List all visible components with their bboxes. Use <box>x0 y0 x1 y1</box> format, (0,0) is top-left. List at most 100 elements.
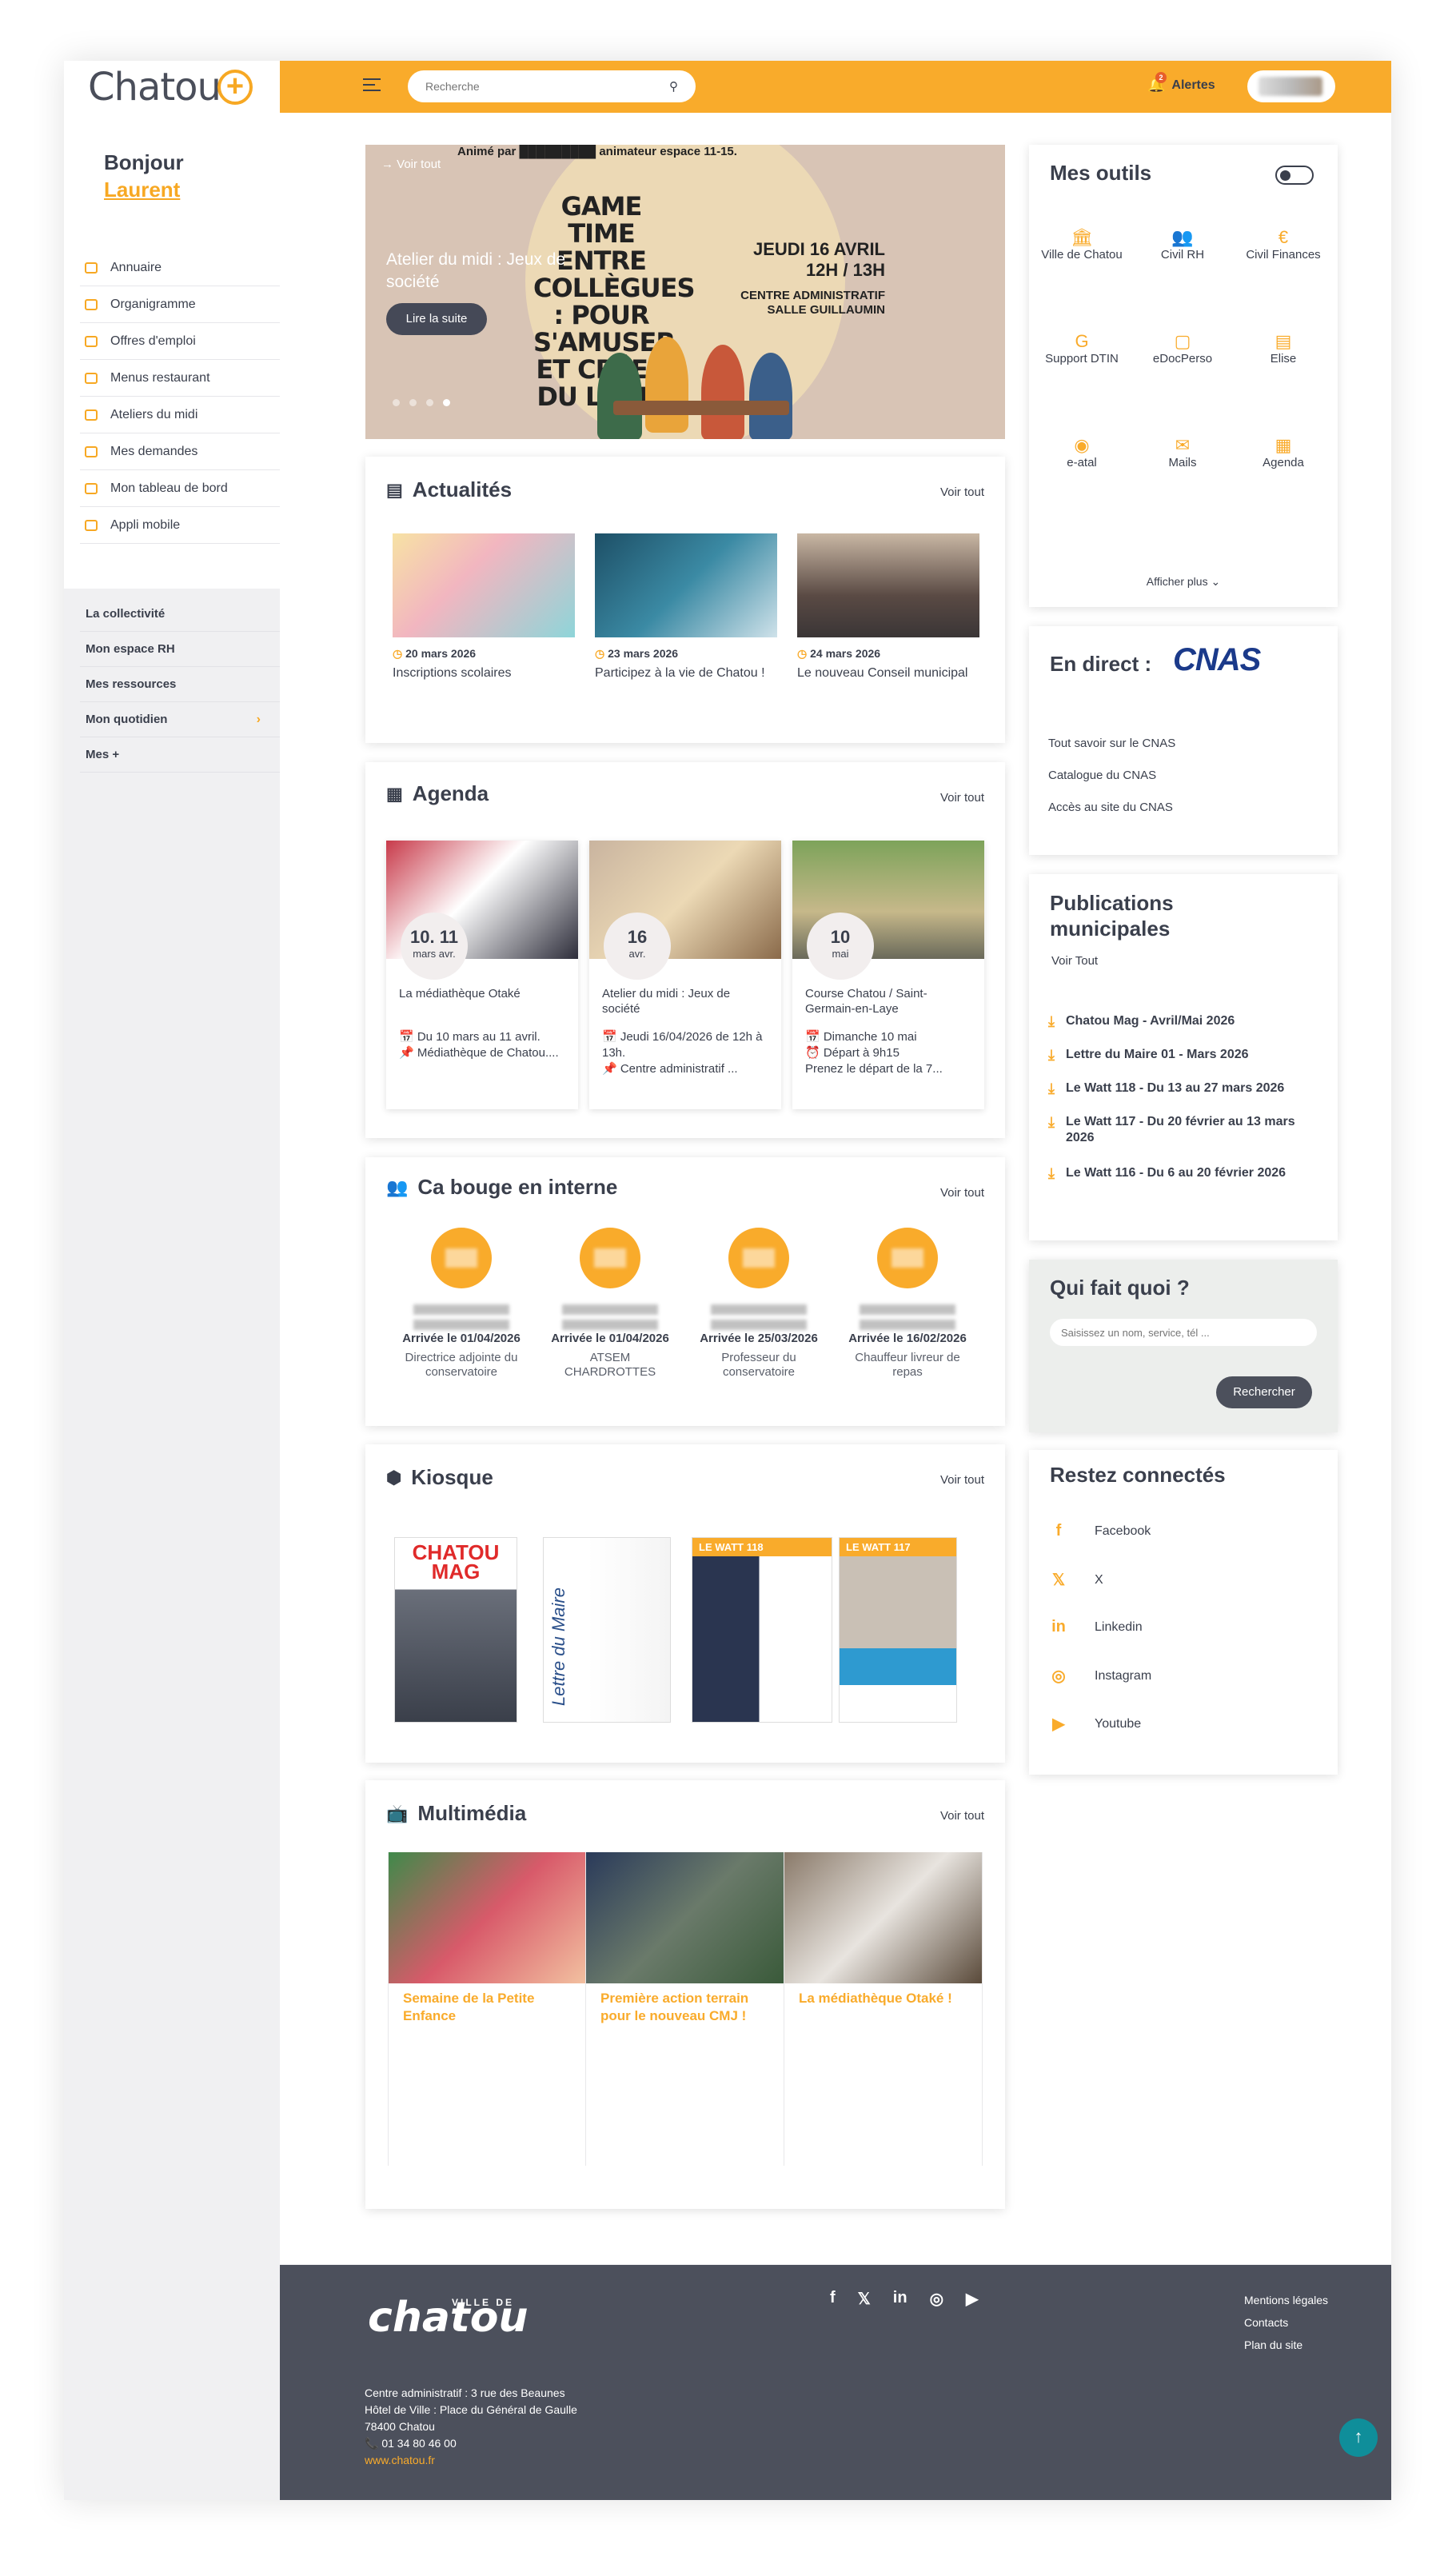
tool-civil-rh[interactable]: 👥 Civil RH <box>1135 229 1231 262</box>
person-card[interactable]: Arrivée le 01/04/2026 ATSEM CHARDROTTES <box>546 1228 674 1380</box>
publication-item[interactable]: ⤓ Le Watt 118 - Du 13 au 27 mars 2026 <box>1048 1080 1320 1096</box>
magazine-cover[interactable]: Lettre du Maire <box>543 1537 671 1723</box>
sidebar-section-plus[interactable]: Mes + <box>80 737 280 773</box>
publication-item[interactable]: ⤓ Le Watt 116 - Du 6 au 20 février 2026 <box>1048 1165 1320 1181</box>
sidebar-section-collectivite[interactable]: La collectivité <box>80 597 280 632</box>
agenda-card[interactable]: 10 mai Course Chatou / Saint-Germain-en-L… <box>792 841 984 1109</box>
menu-icon[interactable] <box>363 78 381 94</box>
magazine-cover[interactable]: LE WATT 117 <box>839 1537 957 1723</box>
search-icon[interactable]: ⚲ <box>669 79 678 94</box>
hero-voir-tout-link[interactable]: → Voir tout <box>381 158 441 171</box>
social-x[interactable]: 𝕏X <box>1048 1570 1103 1590</box>
news-title: Le nouveau Conseil municipal <box>797 666 968 680</box>
video-item[interactable]: La médiathèque Otaké ! <box>784 1852 983 2166</box>
news-item[interactable]: ◷ 23 mars 2026 Participez à la vie de Ch… <box>595 533 777 681</box>
search-input[interactable] <box>425 80 649 93</box>
download-icon: ⤓ <box>1048 1047 1055 1063</box>
carousel-dot[interactable] <box>409 399 417 406</box>
tool-label: Civil Finances <box>1246 248 1321 262</box>
person-card[interactable]: Arrivée le 25/03/2026 Professeur du conse… <box>695 1228 823 1380</box>
tool-support-dtin[interactable]: G Support DTIN <box>1034 333 1130 365</box>
sidebar-item-tableau[interactable]: Mon tableau de bord <box>80 470 280 507</box>
news-item[interactable]: ◷ 24 mars 2026 Le nouveau Conseil munici… <box>797 533 979 681</box>
footer-website-link[interactable]: www.chatou.fr <box>365 2452 577 2469</box>
sidebar-item-menus[interactable]: Menus restaurant <box>80 360 280 397</box>
hero-read-more-button[interactable]: Lire la suite <box>386 303 487 335</box>
footer-logo[interactable]: chatou <box>368 2294 529 2342</box>
footer-link-mentions[interactable]: Mentions légales <box>1244 2289 1328 2311</box>
person-name-blurred <box>413 1304 509 1330</box>
video-item[interactable]: Première action terrain pour le nouveau … <box>586 1852 784 2166</box>
tool-edocperso[interactable]: ▢ eDocPerso <box>1135 333 1231 365</box>
agenda-voir-tout[interactable]: Voir tout <box>940 791 984 805</box>
tv-icon: 📺 <box>386 1803 409 1823</box>
tool-mails[interactable]: ✉ Mails <box>1135 437 1231 469</box>
sidebar-section-rh[interactable]: Mon espace RH <box>80 632 280 667</box>
actualites-voir-tout[interactable]: Voir tout <box>940 485 984 499</box>
tool-elise[interactable]: ▤ Elise <box>1235 333 1331 365</box>
carousel-dot[interactable] <box>393 399 400 406</box>
chevron-right-icon: › <box>256 712 261 726</box>
sidebar-item-demandes[interactable]: Mes demandes <box>80 433 280 470</box>
sidebar-item-offres[interactable]: Offres d'emploi <box>80 323 280 360</box>
publication-item[interactable]: ⤓ Le Watt 117 - Du 20 février au 13 mars … <box>1048 1114 1320 1146</box>
video-item[interactable]: Semaine de la Petite Enfance <box>388 1852 586 2166</box>
magazine-cover[interactable]: CHATOU MAG <box>394 1537 517 1723</box>
sidebar-section-ressources[interactable]: Mes ressources <box>80 667 280 702</box>
cnas-link[interactable]: Tout savoir sur le CNAS <box>1048 737 1175 750</box>
interne-voir-tout[interactable]: Voir tout <box>940 1186 984 1200</box>
person-card[interactable]: Arrivée le 16/02/2026 Chauffeur livreur d… <box>844 1228 971 1380</box>
linkedin-icon[interactable]: in <box>893 2289 908 2309</box>
cnas-link[interactable]: Accès au site du CNAS <box>1048 801 1173 814</box>
news-image <box>797 533 979 637</box>
edit-toggle[interactable] <box>1275 166 1314 185</box>
tool-e-atal[interactable]: ◉ e-atal <box>1034 437 1130 469</box>
afficher-plus-button[interactable]: Afficher plus ⌄ <box>1029 575 1338 589</box>
sidebar-item-annuaire[interactable]: Annuaire <box>80 250 280 286</box>
publications-voir-tout[interactable]: Voir Tout <box>1051 954 1098 968</box>
kiosque-title: ⬢ Kiosque <box>386 1465 493 1490</box>
magazine-cover[interactable]: LE WATT 118 <box>692 1537 832 1723</box>
sidebar-item-ateliers[interactable]: Ateliers du midi <box>80 397 280 433</box>
instagram-icon[interactable]: ◎ <box>930 2289 943 2309</box>
user-menu[interactable] <box>1247 70 1335 102</box>
publication-item[interactable]: ⤓ Lettre du Maire 01 - Mars 2026 <box>1048 1047 1320 1063</box>
qui-fait-quoi-input[interactable] <box>1050 1319 1317 1346</box>
social-linkedin[interactable]: in Linkedin <box>1048 1618 1143 1636</box>
person-arrival: Arrivée le 01/04/2026 <box>551 1332 669 1345</box>
footer-link-plan[interactable]: Plan du site <box>1244 2334 1328 2356</box>
download-icon: ⤓ <box>1048 1165 1055 1181</box>
youtube-icon[interactable]: ▶ <box>966 2289 978 2309</box>
user-name-link[interactable]: Laurent <box>104 176 184 203</box>
rechercher-button[interactable]: Rechercher <box>1216 1376 1312 1408</box>
news-item[interactable]: ◷ 20 mars 2026 Inscriptions scolaires <box>393 533 575 681</box>
hero-carousel[interactable]: Animé par █████████ animateur espace 11-… <box>365 145 1005 439</box>
publications-title: Publications municipales <box>1050 891 1174 941</box>
tool-ville[interactable]: 🏛 Ville de Chatou <box>1034 229 1130 262</box>
agenda-line: Prenez le départ de la 7... <box>805 1062 943 1076</box>
carousel-dot[interactable] <box>426 399 433 406</box>
carousel-dot-active[interactable] <box>443 399 450 406</box>
social-youtube[interactable]: ▶ Youtube <box>1048 1714 1141 1734</box>
scroll-top-button[interactable]: ↑ <box>1339 2418 1378 2457</box>
tool-civil-finances[interactable]: € Civil Finances <box>1235 229 1331 262</box>
alerts-button[interactable]: 🔔 2 Alertes <box>1147 72 1215 94</box>
social-facebook[interactable]: f Facebook <box>1048 1522 1151 1540</box>
logo[interactable]: Chatou + <box>64 61 280 113</box>
sidebar-item-organigramme[interactable]: Organigramme <box>80 286 280 323</box>
agenda-card[interactable]: 16 avr. Atelier du midi : Jeux de société… <box>589 841 781 1109</box>
person-card[interactable]: Arrivée le 01/04/2026 Directrice adjointe… <box>397 1228 525 1380</box>
x-icon[interactable]: 𝕏 <box>858 2289 871 2309</box>
kiosque-voir-tout[interactable]: Voir tout <box>940 1473 984 1487</box>
cnas-link[interactable]: Catalogue du CNAS <box>1048 769 1156 782</box>
facebook-icon[interactable]: f <box>830 2289 836 2309</box>
publication-item[interactable]: ⤓ Chatou Mag - Avril/Mai 2026 <box>1048 1013 1320 1029</box>
multimedia-voir-tout[interactable]: Voir tout <box>940 1809 984 1823</box>
sidebar-item-appli[interactable]: Appli mobile <box>80 507 280 544</box>
sidebar-section-quotidien[interactable]: Mon quotidien › <box>80 702 280 737</box>
social-instagram[interactable]: ◎ Instagram <box>1048 1666 1151 1686</box>
agenda-card[interactable]: 10. 11 mars avr. La médiathèque Otaké 📅 D… <box>386 841 578 1109</box>
tool-agenda[interactable]: ▦ Agenda <box>1235 437 1331 469</box>
footer-link-contacts[interactable]: Contacts <box>1244 2311 1328 2334</box>
date-badge: 10. 11 mars avr. <box>401 913 468 980</box>
